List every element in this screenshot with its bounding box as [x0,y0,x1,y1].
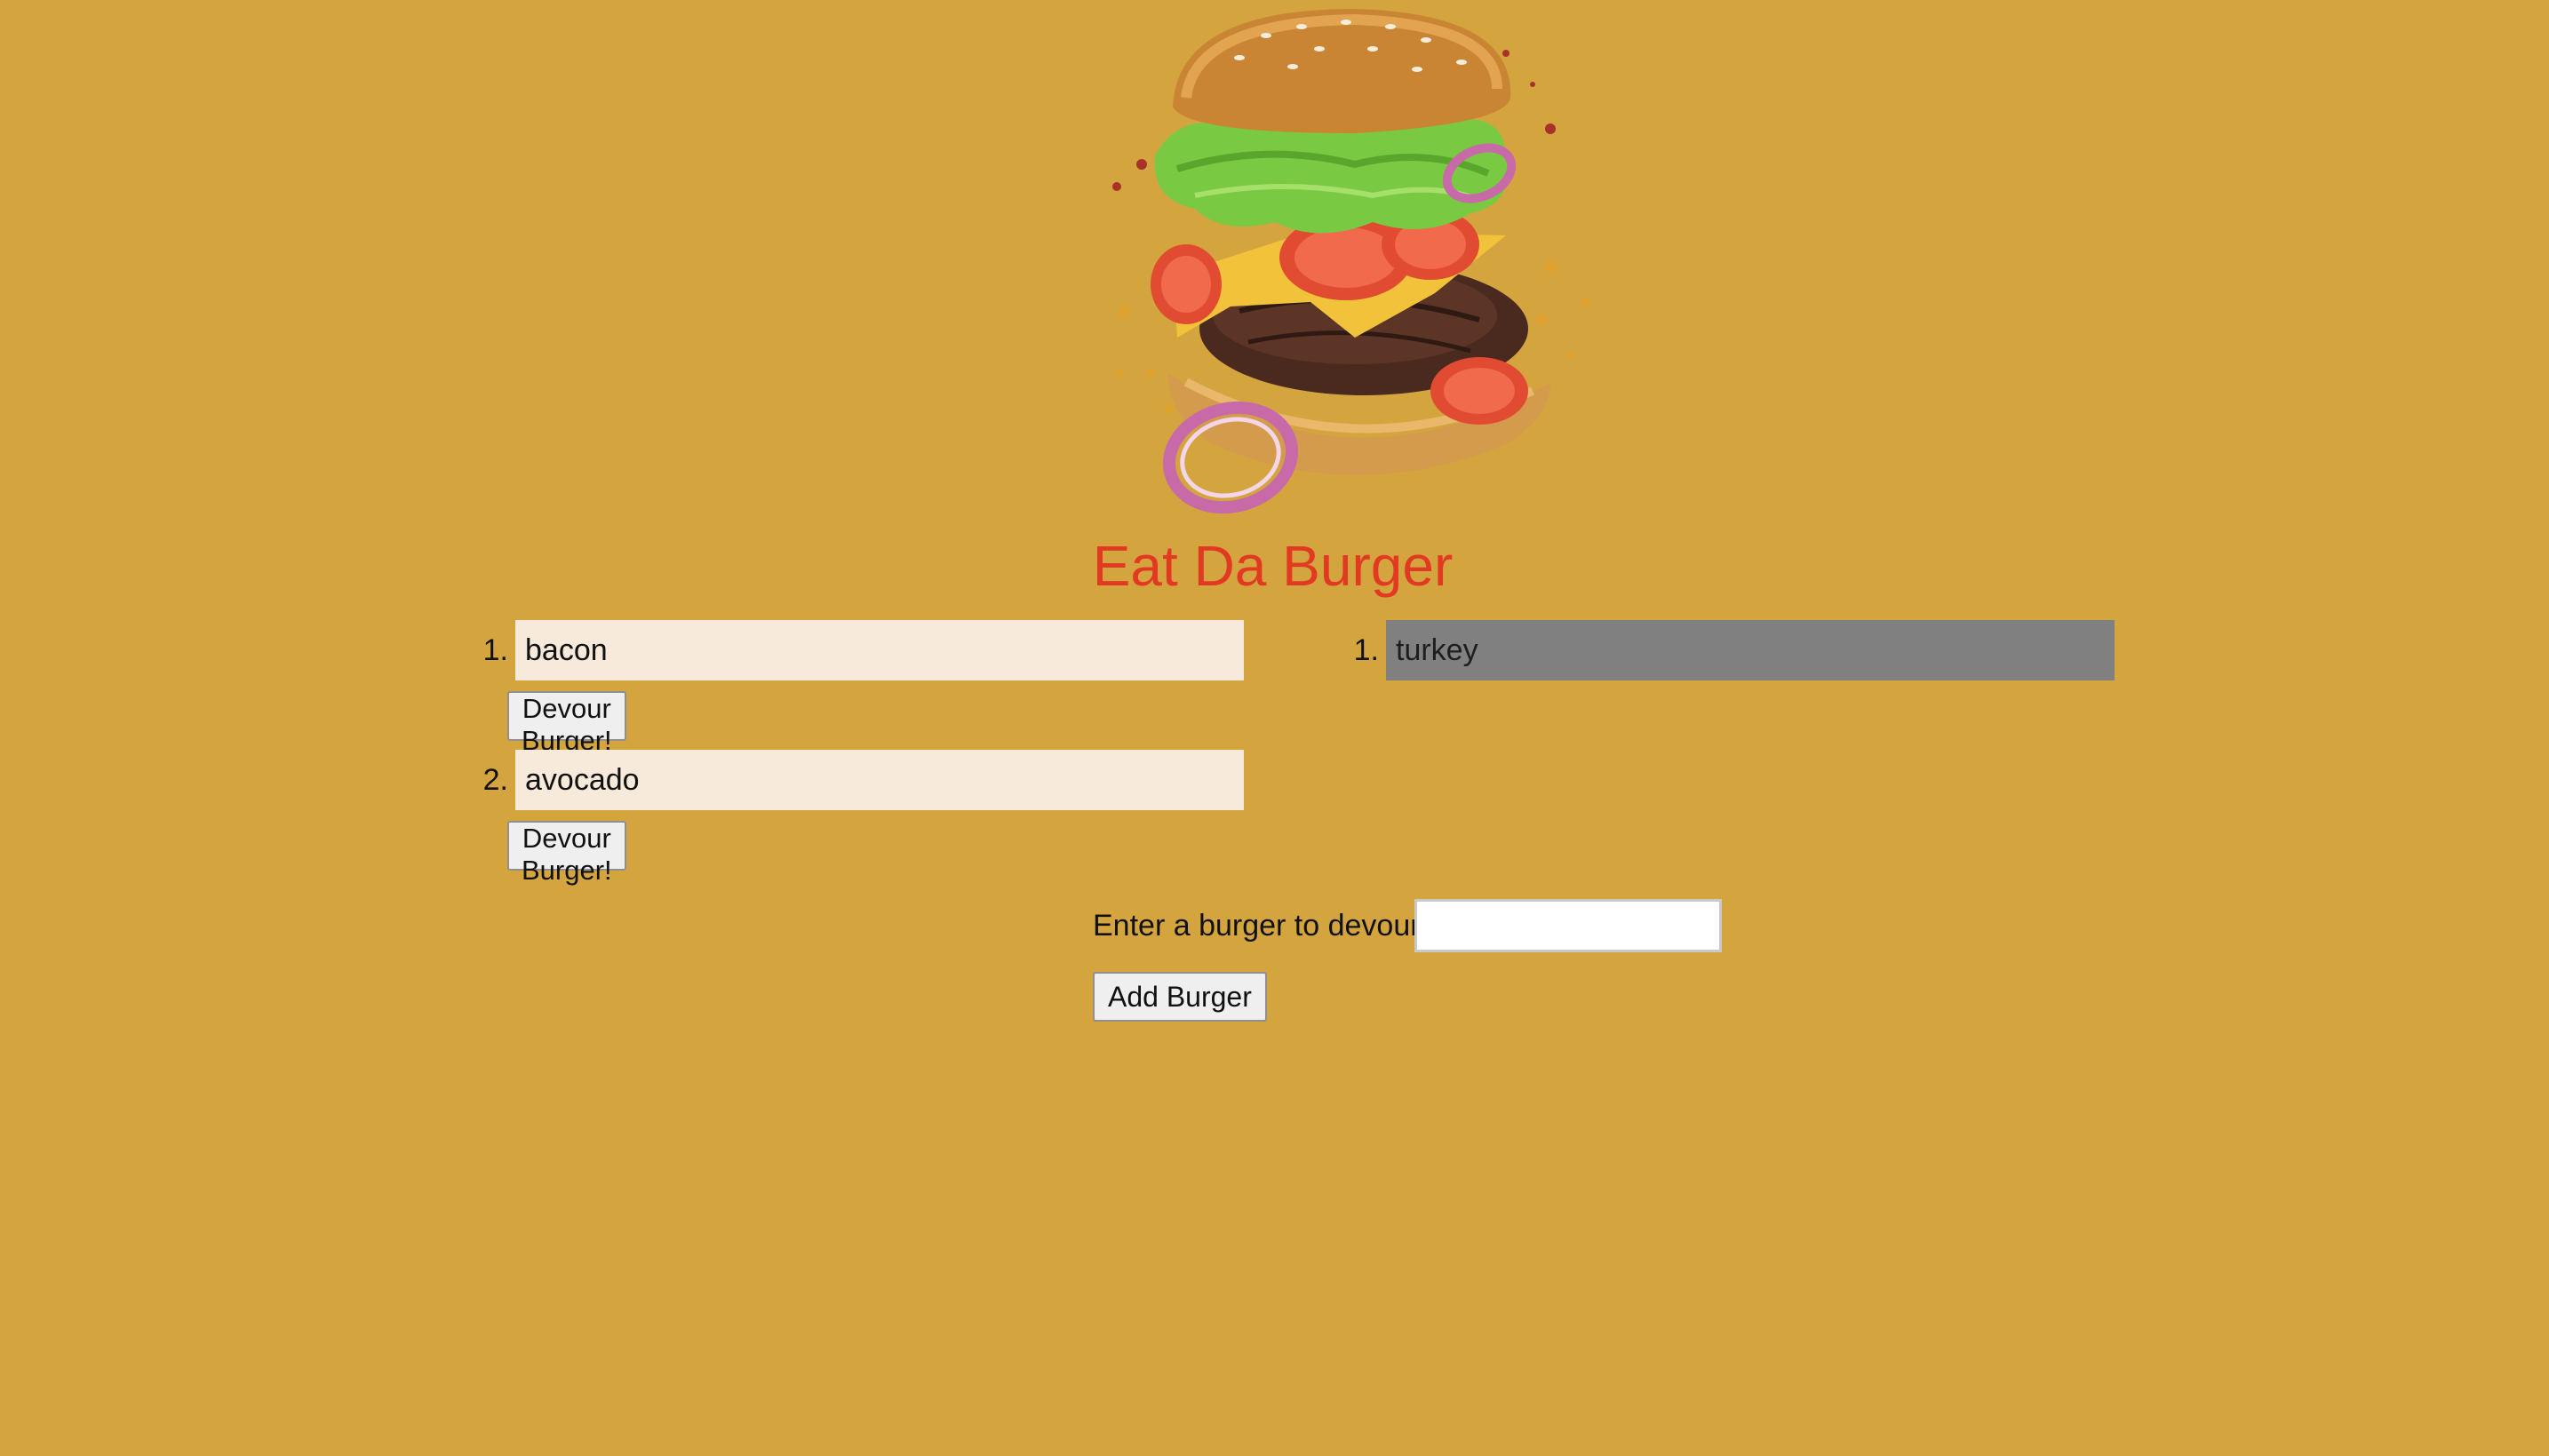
list-item-number: 1. [1353,633,1379,667]
top-bun [1173,9,1511,133]
page-title: Eat Da Burger [1092,534,1454,598]
devour-burger-button[interactable]: Devour Burger! [507,821,626,886]
burger-name: bacon [515,620,1244,680]
list-item-number: 2. [482,763,508,797]
list-item-number: 1. [482,633,508,667]
page: Eat Da Burger 1. bacon Devour Burger! 2.… [0,0,2549,1456]
burger-name: avocado [515,750,1244,810]
burger-input-label: Enter a burger to devour [1093,909,1421,943]
devour-burger-button[interactable]: Devour Burger! [507,691,626,756]
burger-name-input[interactable] [1414,899,1722,952]
devoured-burger-name: turkey [1386,620,2115,680]
burger-image [1112,9,1590,514]
add-burger-button[interactable]: Add Burger [1093,972,1267,1022]
